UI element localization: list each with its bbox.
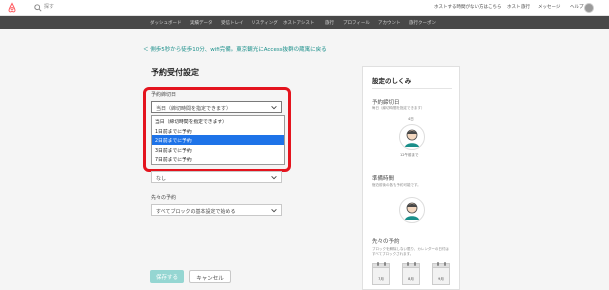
panel-advance-sub: ブロックを解除しない限り、カレンダーの日付はすべてブロックされます。 bbox=[372, 247, 449, 256]
panel-prep-label: 準備時間 bbox=[372, 176, 395, 182]
prep-time-select[interactable]: なし bbox=[151, 171, 282, 183]
main-nav: ダッシュボード 実績データ 受信トレイ リスティング ホストアシスト 旅行 プロ… bbox=[0, 16, 609, 29]
panel-deadline-sub: 毎日（締切時間を指定できます） bbox=[372, 106, 425, 110]
cancel-button[interactable]: キャンセル bbox=[189, 270, 231, 283]
divider bbox=[372, 88, 452, 89]
panel-deadline-label: 予約締切日 bbox=[372, 100, 400, 106]
airbnb-logo-icon[interactable] bbox=[6, 2, 18, 14]
panel-advance-label: 先々の予約 bbox=[372, 239, 400, 245]
top-link-host[interactable]: ホスト bbox=[507, 4, 521, 10]
search-input[interactable]: 探す bbox=[44, 3, 54, 10]
advance-select[interactable]: すべてブロックの基本設定で始める bbox=[151, 204, 282, 216]
top-link-host-help[interactable]: ホストする時間がない方はこちら bbox=[434, 4, 502, 10]
person-icon bbox=[405, 202, 419, 220]
calendar-icon: 9月 bbox=[432, 262, 450, 285]
nav-account[interactable]: アカウント bbox=[378, 20, 401, 26]
nav-host-assist[interactable]: ホストアシスト bbox=[283, 20, 314, 26]
top-link-messages[interactable]: メッセージ bbox=[538, 4, 560, 10]
person-icon bbox=[405, 129, 419, 147]
panel-day-text: 4日 bbox=[408, 117, 414, 121]
chevron-down-icon bbox=[271, 208, 277, 213]
cleaner-illustration bbox=[399, 197, 425, 223]
calendar-month: 9月 bbox=[438, 277, 444, 281]
prep-time-select-value: なし bbox=[156, 176, 167, 182]
advance-select-value: すべてブロックの基本設定で始める bbox=[156, 209, 236, 215]
nav-performance[interactable]: 実績データ bbox=[190, 20, 213, 26]
panel-time-text: 12午前まで bbox=[400, 153, 419, 157]
panel-title: 設定のしくみ bbox=[372, 77, 412, 85]
page-title: 予約受付設定 bbox=[151, 68, 199, 77]
panel-prep-sub: 宿泊前後の各も予約可能です。 bbox=[372, 183, 421, 187]
avatar[interactable] bbox=[584, 3, 594, 13]
nav-coupons[interactable]: 旅行クーポン bbox=[409, 20, 436, 26]
top-link-help[interactable]: ヘルプ bbox=[570, 4, 584, 10]
top-bar: 探す ホストする時間がない方はこちら ホスト 旅行 メッセージ ヘルプ bbox=[0, 0, 609, 16]
host-illustration bbox=[399, 124, 425, 150]
save-button[interactable]: 保存する bbox=[150, 270, 184, 283]
calendar-icon: 8月 bbox=[402, 262, 420, 285]
top-link-trips[interactable]: 旅行 bbox=[521, 4, 530, 10]
back-to-listing-link[interactable]: ＜ 側歩5秒から徒歩10分、wifi完備。東京観光にAccess抜群の蔵寓に戻る bbox=[143, 45, 327, 53]
nav-listings[interactable]: リスティング bbox=[251, 20, 278, 26]
settings-explainer-panel: 設定のしくみ 予約締切日 毎日（締切時間を指定できます） 4日 12午前まで 準… bbox=[362, 66, 460, 290]
search-icon bbox=[34, 4, 42, 12]
nav-profile[interactable]: プロフィール bbox=[343, 20, 370, 26]
advance-label: 先々の予約 bbox=[151, 195, 177, 201]
highlight-box bbox=[143, 87, 291, 172]
nav-trips[interactable]: 旅行 bbox=[325, 20, 334, 26]
nav-dashboard[interactable]: ダッシュボード bbox=[150, 20, 182, 26]
calendar-month: 8月 bbox=[408, 277, 414, 281]
calendar-icon: 7月 bbox=[372, 262, 390, 285]
chevron-down-icon bbox=[271, 175, 277, 180]
nav-inbox[interactable]: 受信トレイ bbox=[221, 20, 244, 26]
calendar-month: 7月 bbox=[378, 277, 384, 281]
